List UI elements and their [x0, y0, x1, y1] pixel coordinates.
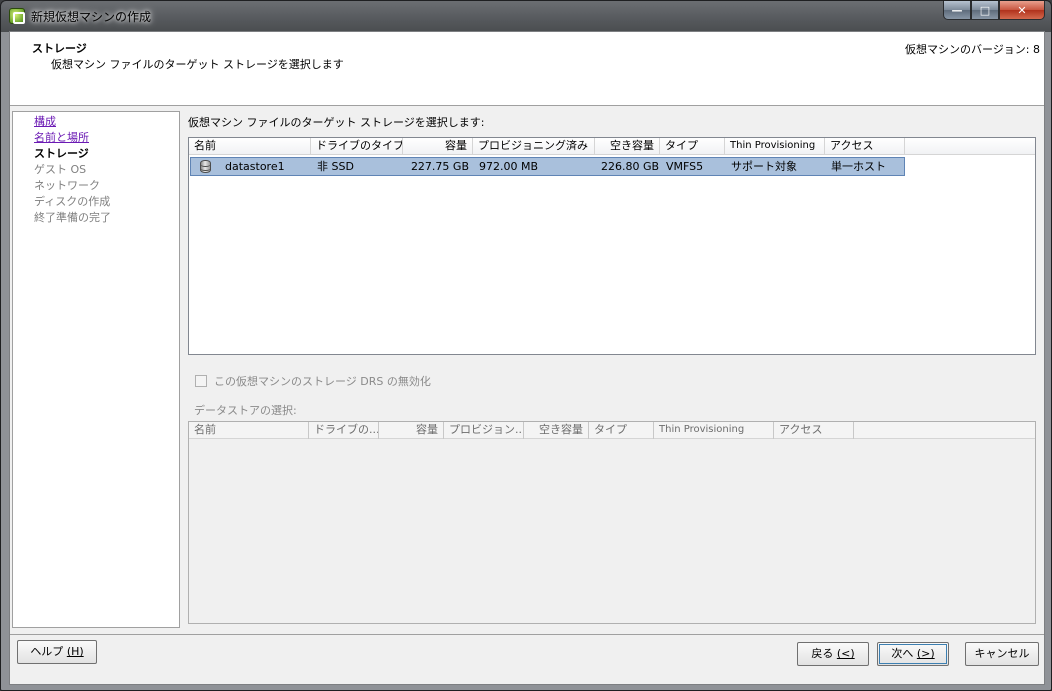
cell-capacity: 227.75 GB [410, 160, 469, 173]
column-header-thin-provisioning: Thin Provisioning [654, 422, 774, 439]
column-header-free-space: 空き容量 [524, 422, 589, 439]
back-button[interactable]: 戻る (<) [797, 642, 869, 666]
help-button-shortcut: (H) [66, 645, 84, 658]
cell-access: 単一ホスト [831, 160, 886, 173]
help-button-label: ヘルプ [30, 645, 64, 658]
title-bar[interactable]: 新規仮想マシンの作成 — □ ✕ [1, 1, 1051, 31]
column-header-name[interactable]: 名前 [189, 138, 311, 155]
next-button-shortcut: (>) [916, 647, 935, 660]
vm-version-label: 仮想マシンのバージョン: 8 [905, 43, 1040, 56]
step-configuration[interactable]: 構成 [34, 114, 179, 130]
window-title: 新規仮想マシンの作成 [31, 10, 152, 24]
cell-free-space: 226.80 GB [601, 160, 660, 173]
disable-drs-label: この仮想マシンのストレージ DRS の無効化 [214, 375, 431, 388]
dialog-window: 新規仮想マシンの作成 — □ ✕ ストレージ 仮想マシン ファイルのターゲット … [0, 0, 1052, 691]
vsphere-app-icon [9, 8, 25, 24]
footer-divider [10, 634, 1044, 635]
column-header-thin-provisioning[interactable]: Thin Provisioning [725, 138, 825, 155]
column-header-type[interactable]: タイプ [660, 138, 725, 155]
disable-drs-option: この仮想マシンのストレージ DRS の無効化 [195, 373, 431, 389]
step-name-location[interactable]: 名前と場所 [34, 130, 179, 146]
table-row[interactable]: datastore1 非 SSD 227.75 GB 972.00 MB 226… [190, 157, 905, 176]
next-button-label: 次へ [891, 647, 914, 660]
page-subtitle: 仮想マシン ファイルのターゲット ストレージを選択します [51, 58, 344, 71]
help-button[interactable]: ヘルプ (H) [17, 640, 97, 664]
column-header-drive-type: ドライブの... [309, 422, 379, 439]
step-storage: ストレージ [34, 147, 89, 160]
minimize-button[interactable]: — [943, 1, 971, 20]
page-title: ストレージ [32, 42, 87, 55]
back-button-label: 戻る [811, 647, 834, 660]
column-header-provisioned[interactable]: プロビジョニング済み [473, 138, 595, 155]
cell-drive-type: 非 SSD [317, 160, 354, 173]
wizard-header: ストレージ 仮想マシン ファイルのターゲット ストレージを選択します 仮想マシン… [10, 32, 1044, 106]
cancel-button[interactable]: キャンセル [965, 642, 1039, 666]
storage-table[interactable]: 名前 ドライブのタイプ 容量 プロビジョニング済み 空き容量 タイプ Thin … [188, 137, 1036, 355]
step-create-disk: ディスクの作成 [34, 195, 111, 208]
close-button[interactable]: ✕ [999, 1, 1045, 20]
maximize-button[interactable]: □ [971, 1, 999, 20]
column-header-capacity: 容量 [379, 422, 444, 439]
window-controls: — □ ✕ [943, 1, 1045, 21]
datastore-table-header: 名前 ドライブの... 容量 プロビジョン... 空き容量 タイプ Thin P… [189, 422, 1035, 439]
disable-drs-checkbox[interactable] [195, 375, 207, 387]
column-header-free-space[interactable]: 空き容量 [595, 138, 660, 155]
next-button[interactable]: 次へ (>) [877, 642, 949, 666]
storage-select-label: 仮想マシン ファイルのターゲット ストレージを選択します: [188, 116, 485, 129]
step-guest-os: ゲスト OS [34, 163, 87, 176]
column-header-type: タイプ [589, 422, 654, 439]
datastore-table: 名前 ドライブの... 容量 プロビジョン... 空き容量 タイプ Thin P… [188, 421, 1036, 624]
column-header-access: アクセス [774, 422, 854, 439]
column-header-drive-type[interactable]: ドライブのタイプ [311, 138, 403, 155]
column-header-capacity[interactable]: 容量 [403, 138, 473, 155]
column-header-name: 名前 [189, 422, 309, 439]
wizard-steps: 構成 名前と場所 ストレージ ゲスト OS ネットワーク ディスクの作成 終了準… [12, 111, 180, 628]
step-network: ネットワーク [34, 179, 100, 192]
storage-table-header: 名前 ドライブのタイプ 容量 プロビジョニング済み 空き容量 タイプ Thin … [189, 138, 1035, 155]
back-button-shortcut: (<) [836, 647, 855, 660]
column-header-provisioned: プロビジョン... [444, 422, 524, 439]
cell-name: datastore1 [225, 160, 285, 173]
cell-provisioned: 972.00 MB [479, 160, 539, 173]
cell-type: VMFS5 [666, 160, 704, 173]
wizard-client-area: ストレージ 仮想マシン ファイルのターゲット ストレージを選択します 仮想マシン… [9, 31, 1045, 685]
step-ready-complete: 終了準備の完了 [34, 211, 111, 224]
cell-thin-provisioning: サポート対象 [731, 160, 797, 173]
datastore-select-label: データストアの選択: [194, 404, 297, 417]
datastore-icon [200, 160, 211, 173]
column-header-access[interactable]: アクセス [825, 138, 905, 155]
